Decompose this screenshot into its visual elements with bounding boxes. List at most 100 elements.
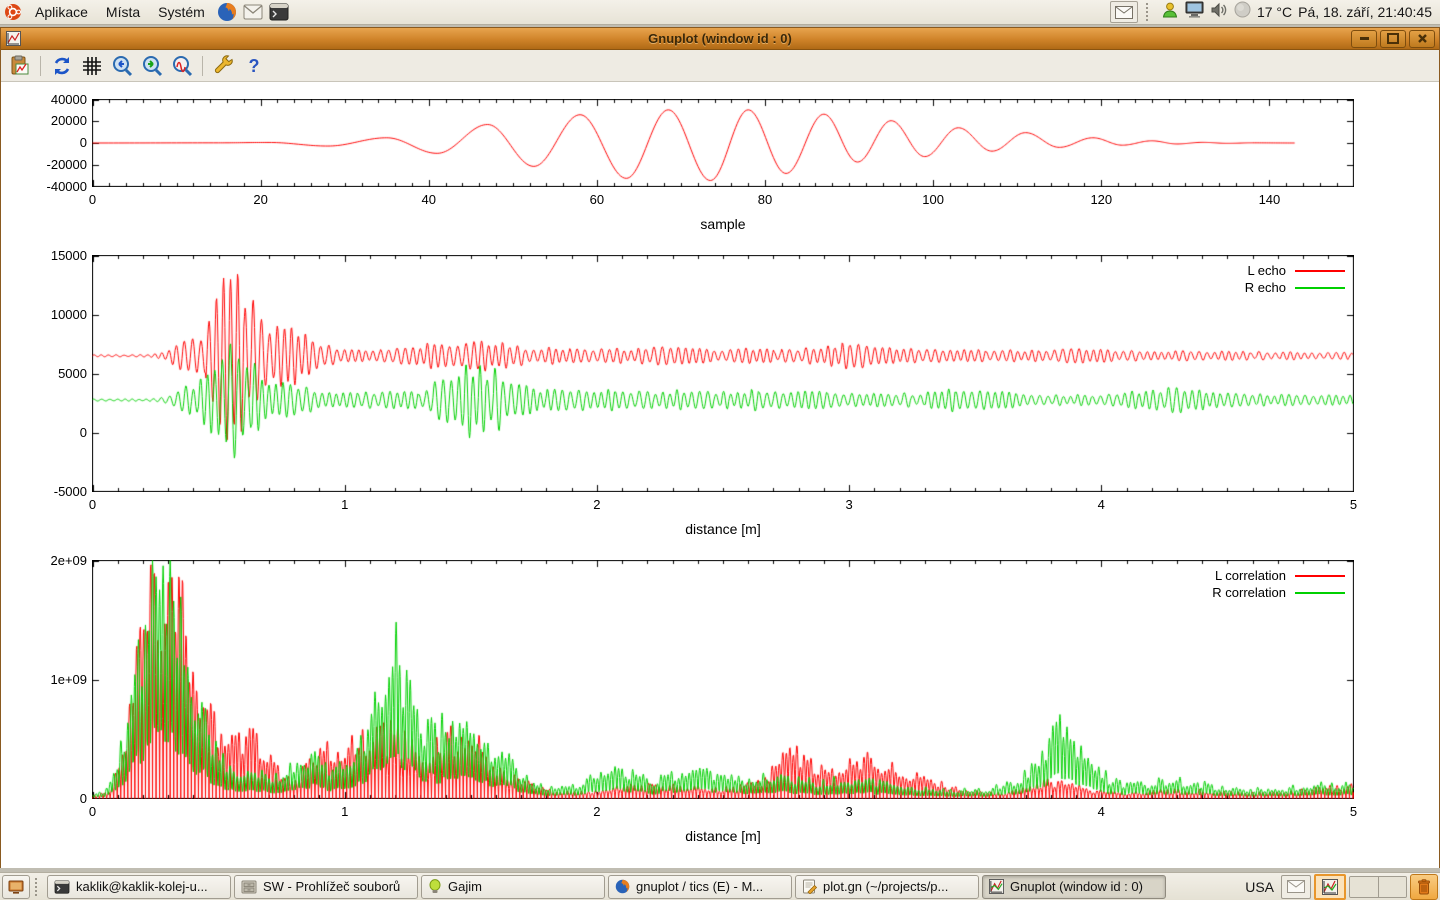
weather-icon[interactable]	[1234, 1, 1251, 23]
configure-button[interactable]	[210, 53, 237, 79]
gnome-top-panel: Aplikace Místa Systém	[0, 0, 1440, 25]
replot-button[interactable]	[48, 53, 75, 79]
autoscale-button[interactable]	[168, 53, 195, 79]
x-tick-label: 100	[893, 192, 973, 207]
menu-places[interactable]: Místa	[97, 0, 149, 25]
zoom-previous-button[interactable]	[108, 53, 135, 79]
y-tick-label: 0	[3, 425, 87, 440]
x-tick-label: 0	[53, 192, 133, 207]
y-tick-label: 20000	[3, 113, 87, 128]
copy-plot-button[interactable]	[6, 53, 33, 79]
x-tick-label: 2	[557, 804, 637, 819]
panel-tray-area: 17 °C Pá, 18. září, 21:40:45	[1110, 1, 1440, 24]
volume-icon[interactable]	[1210, 2, 1228, 23]
task-button-4[interactable]: gnuplot / tics (E) - M...	[608, 875, 792, 899]
task-button-label: plot.gn (~/projects/p...	[823, 879, 948, 894]
toolbar-separator	[40, 56, 41, 76]
grid-icon	[81, 55, 103, 77]
tray-gnuplot-icon[interactable]	[1314, 874, 1346, 900]
gnuplot-plot-surface: -40000-200000200004000002040608010012014…	[1, 82, 1439, 868]
task-button-label: gnuplot / tics (E) - M...	[636, 879, 763, 894]
x-tick-label: 80	[725, 192, 805, 207]
terminal-launcher-icon[interactable]	[268, 1, 290, 23]
wrench-icon	[213, 55, 235, 77]
x-tick-label: 2	[557, 497, 637, 512]
desktop-screen: Aplikace Místa Systém	[0, 0, 1440, 900]
y-tick-label: 5000	[3, 366, 87, 381]
ubuntu-logo-icon[interactable]	[2, 1, 24, 23]
y-tick-label: -20000	[3, 157, 87, 172]
x-axis-label: sample	[623, 216, 823, 232]
legend-entry: R echo	[1245, 280, 1345, 295]
legend-entry: L echo	[1247, 263, 1345, 278]
trash-applet[interactable]	[1410, 874, 1438, 900]
task-button-3[interactable]: Gajim	[421, 875, 605, 899]
x-tick-label: 0	[53, 497, 133, 512]
window-titlebar[interactable]: Gnuplot (window id : 0)	[1, 28, 1439, 50]
y-tick-label: 0	[3, 135, 87, 150]
mail-launcher-icon[interactable]	[242, 1, 264, 23]
help-button[interactable]: ?	[240, 53, 267, 79]
replot-icon	[51, 55, 73, 77]
x-tick-label: 4	[1061, 804, 1141, 819]
user-switcher-icon[interactable]	[1161, 1, 1179, 24]
sample-waveform-plot-canvas[interactable]	[92, 99, 1354, 187]
temperature-label: 17 °C	[1257, 4, 1292, 20]
show-desktop-button[interactable]	[2, 875, 30, 899]
task-button-5[interactable]: plot.gn (~/projects/p...	[795, 875, 979, 899]
x-tick-label: 40	[389, 192, 469, 207]
keyboard-layout-indicator[interactable]: USA	[1245, 879, 1274, 895]
gnuplot-icon	[989, 879, 1004, 894]
x-tick-label: 3	[809, 804, 889, 819]
clock-applet[interactable]: Pá, 18. září, 21:40:45	[1298, 4, 1432, 20]
correlation-plot-canvas[interactable]	[92, 560, 1354, 799]
legend-label: R correlation	[1212, 585, 1286, 600]
legend-label: R echo	[1245, 280, 1286, 295]
x-tick-label: 140	[1229, 192, 1309, 207]
help-icon: ?	[243, 55, 265, 77]
x-tick-label: 1	[305, 497, 385, 512]
show-desktop-icon	[8, 880, 24, 894]
task-button-label: SW - Prohlížeč souborů	[263, 879, 400, 894]
task-button-1[interactable]: kaklik@kaklik-kolej-u...	[47, 875, 231, 899]
applet-handle[interactable]	[35, 878, 42, 896]
legend-entry: R correlation	[1212, 585, 1345, 600]
taskbar: kaklik@kaklik-kolej-u... SW - Prohlížeč s…	[0, 872, 1440, 900]
file-manager-icon	[241, 880, 257, 894]
x-tick-label: 4	[1061, 497, 1141, 512]
x-tick-label: 0	[53, 804, 133, 819]
gajim-icon	[428, 879, 442, 894]
tray-mail-icon[interactable]	[1281, 875, 1311, 899]
menu-system[interactable]: Systém	[149, 0, 214, 25]
x-axis-label: distance [m]	[623, 828, 823, 844]
zoom-next-button[interactable]	[138, 53, 165, 79]
toggle-grid-button[interactable]	[78, 53, 105, 79]
y-tick-label: 1e+09	[3, 672, 87, 687]
echo-plot-canvas[interactable]	[92, 255, 1354, 492]
trash-icon	[1417, 879, 1431, 895]
gnuplot-window: Gnuplot (window id : 0)	[0, 27, 1440, 868]
display-settings-icon[interactable]	[1185, 1, 1204, 23]
workspace-2[interactable]	[1378, 877, 1407, 897]
toolbar-separator	[202, 56, 203, 76]
task-button-2[interactable]: SW - Prohlížeč souborů	[234, 875, 418, 899]
task-button-6[interactable]: Gnuplot (window id : 0)	[982, 875, 1166, 899]
y-tick-label: 40000	[3, 92, 87, 107]
menu-applications[interactable]: Aplikace	[26, 0, 97, 25]
legend-entry: L correlation	[1215, 568, 1345, 583]
task-button-label: Gajim	[448, 879, 482, 894]
task-button-label: kaklik@kaklik-kolej-u...	[76, 879, 208, 894]
legend-label: L correlation	[1215, 568, 1286, 583]
applet-handle[interactable]	[1146, 3, 1153, 21]
x-axis-label: distance [m]	[623, 521, 823, 537]
x-tick-label: 60	[557, 192, 637, 207]
firefox-launcher-icon[interactable]	[216, 1, 238, 23]
task-button-label: Gnuplot (window id : 0)	[1010, 879, 1143, 894]
x-tick-label: 120	[1061, 192, 1141, 207]
workspace-1[interactable]	[1350, 877, 1378, 897]
y-tick-label: 10000	[3, 307, 87, 322]
svg-text:?: ?	[248, 56, 259, 76]
y-tick-label: 15000	[3, 248, 87, 263]
mail-notification-icon[interactable]	[1110, 1, 1138, 23]
workspace-switcher[interactable]	[1349, 876, 1407, 898]
